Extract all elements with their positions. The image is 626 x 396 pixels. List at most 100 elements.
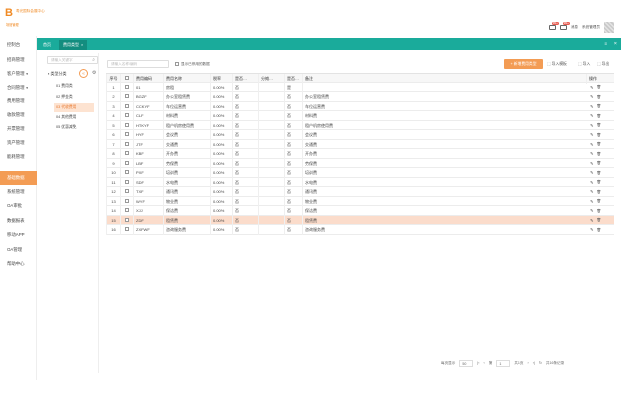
delete-icon[interactable]: 🗑 <box>597 228 602 232</box>
sidebar-item[interactable]: 帮助中心 <box>0 257 37 271</box>
export-button[interactable]: ⬚ 导出 <box>597 60 609 68</box>
delete-icon[interactable]: 🗑 <box>597 104 602 108</box>
checkbox-icon[interactable] <box>125 132 129 136</box>
mail-icon[interactable]: 99+ <box>548 21 559 30</box>
table-row[interactable]: 11 SDF 水电费 0.00% 否否水电费 ✎ 🗑 <box>106 177 614 187</box>
table-row[interactable]: 13 WYF 物业费 0.00% 否否物业费 ✎ 🗑 <box>106 196 614 206</box>
next-page-button[interactable]: › <box>528 361 529 365</box>
sidebar-item[interactable]: 费用管理 <box>0 94 37 108</box>
table-row[interactable]: 1 01 房租 0.00% 否 是 ✎ 🗑 <box>106 82 614 92</box>
sidebar-item[interactable]: 开票管理 <box>0 122 37 136</box>
sidebar-item[interactable]: 招商管理 <box>0 53 37 67</box>
table-row[interactable]: 14 XJJ 保洁费 0.00% 否否保洁费 ✎ 🗑 <box>106 206 614 216</box>
search-icon[interactable]: ⌕ <box>92 57 95 64</box>
tree-node[interactable]: 04 其他费用 <box>54 113 94 122</box>
checkbox-icon[interactable] <box>125 208 129 212</box>
checkbox-icon[interactable] <box>125 113 129 117</box>
checkbox-icon[interactable] <box>125 76 129 80</box>
close-all-icon[interactable]: × <box>614 40 617 48</box>
edit-icon[interactable]: ✎ <box>590 104 594 109</box>
include-disabled-checkbox[interactable]: 显示已停用的数据 <box>175 62 210 67</box>
sidebar-item[interactable]: 控制台 <box>0 38 37 52</box>
row-checkbox[interactable] <box>120 82 133 92</box>
row-checkbox[interactable] <box>120 168 133 178</box>
checkbox-icon[interactable] <box>125 170 129 174</box>
tree-node[interactable]: 05 优惠减免 <box>54 123 94 132</box>
checkbox-icon[interactable] <box>125 94 129 98</box>
tree-root[interactable]: ▪ 类型分类 <box>48 71 67 77</box>
checkbox-icon[interactable] <box>125 151 129 155</box>
sidebar-item[interactable]: 资产管理 <box>0 136 37 150</box>
edit-icon[interactable]: ✎ <box>590 199 594 204</box>
delete-icon[interactable]: 🗑 <box>597 85 602 89</box>
table-row[interactable]: 4 CLF 材料费 0.00% 否否材料费 ✎ 🗑 <box>106 111 614 121</box>
sidebar-item[interactable]: 系统管理 <box>0 185 37 199</box>
prev-page-button[interactable]: ‹ <box>484 361 485 365</box>
tab-home[interactable]: 首页 <box>39 40 55 50</box>
sidebar-item[interactable]: 数据报表 <box>0 214 37 228</box>
delete-icon[interactable]: 🗑 <box>597 190 602 194</box>
tree-node[interactable]: 02 押金类 <box>54 93 94 102</box>
sidebar-item[interactable]: OA审批 <box>0 199 37 213</box>
delete-icon[interactable]: 🗑 <box>597 180 602 184</box>
row-checkbox[interactable] <box>120 139 133 149</box>
table-row[interactable]: 6 HYF 会议费 0.00% 否否会议费 ✎ 🗑 <box>106 130 614 140</box>
table-row[interactable]: 9 LBF 劳保费 0.00% 否否劳保费 ✎ 🗑 <box>106 158 614 168</box>
edit-icon[interactable]: ✎ <box>590 170 594 175</box>
delete-icon[interactable]: 🗑 <box>597 95 602 99</box>
delete-icon[interactable]: 🗑 <box>597 114 602 118</box>
delete-icon[interactable]: 🗑 <box>597 152 602 156</box>
checkbox-icon[interactable] <box>125 217 129 222</box>
checkbox-icon[interactable] <box>125 198 129 203</box>
delete-icon[interactable]: 🗑 <box>597 133 602 137</box>
checkbox-icon[interactable] <box>125 84 129 89</box>
first-page-button[interactable]: |‹ <box>477 361 479 365</box>
table-row[interactable]: 16 ZXFWF 咨询服务费 0.00% 否否咨询服务费 ✎ 🗑 <box>106 225 614 235</box>
row-checkbox[interactable] <box>120 149 133 159</box>
collapse-icon[interactable]: « <box>79 69 88 78</box>
import-template-button[interactable]: ⬚ 导入模板 <box>547 60 567 68</box>
row-checkbox[interactable] <box>120 130 133 140</box>
checkbox-icon[interactable] <box>125 179 129 184</box>
row-checkbox[interactable] <box>120 158 133 168</box>
gear-icon[interactable]: ⚙ <box>92 70 96 76</box>
tab-fee-type[interactable]: 费用类型 × <box>59 40 88 50</box>
row-checkbox[interactable] <box>120 225 133 235</box>
tree-node[interactable]: 01 费用类 <box>54 82 94 91</box>
edit-icon[interactable]: ✎ <box>590 85 594 90</box>
sidebar-item[interactable]: 收款管理 <box>0 108 37 122</box>
edit-icon[interactable]: ✎ <box>590 227 594 232</box>
refresh-icon[interactable]: ↻ <box>539 361 542 365</box>
table-row[interactable]: 8 KBF 开办费 0.00% 否否开办费 ✎ 🗑 <box>106 149 614 159</box>
page-number-input[interactable]: 1 <box>496 359 511 367</box>
table-row[interactable]: 12 TXF 通讯费 0.00% 否否通讯费 ✎ 🗑 <box>106 187 614 197</box>
delete-icon[interactable]: 🗑 <box>597 218 602 222</box>
sidebar-item[interactable]: 基础数据 <box>0 171 37 185</box>
tab-menu-icon[interactable]: ≡ <box>604 40 607 48</box>
edit-icon[interactable]: ✎ <box>590 189 594 194</box>
sidebar-item[interactable]: 合同管理▼ <box>0 81 37 95</box>
avatar[interactable] <box>604 21 614 33</box>
edit-icon[interactable]: ✎ <box>590 132 594 137</box>
edit-icon[interactable]: ✎ <box>590 151 594 156</box>
sidebar-item[interactable]: 移动APP <box>0 228 37 242</box>
import-button[interactable]: ⬚ 导入 <box>578 60 590 68</box>
row-checkbox[interactable] <box>120 187 133 197</box>
table-row[interactable]: 2 BGZF 办公室租赁费 0.00% 否否办公室租赁费 ✎ 🗑 <box>106 92 614 102</box>
edit-icon[interactable]: ✎ <box>590 180 594 185</box>
table-row[interactable]: 5 HTKYF 租户机房使用费 0.00% 否否租户机房使用费 ✎ 🗑 <box>106 120 614 130</box>
sidebar-item[interactable]: OA管理 <box>0 243 37 257</box>
delete-icon[interactable]: 🗑 <box>597 199 602 203</box>
tree-search-input[interactable]: 请输入关键字 ⌕ <box>47 56 98 64</box>
checkbox-icon[interactable] <box>125 160 129 165</box>
checkbox-icon[interactable] <box>125 141 129 146</box>
delete-icon[interactable]: 🗑 <box>597 123 602 127</box>
sidebar-item[interactable]: 能耗管理 <box>0 150 37 164</box>
checkbox-icon[interactable] <box>125 103 129 108</box>
page-size-select[interactable]: 50 <box>459 359 474 367</box>
search-input[interactable]: 请输入名称/编码 <box>107 60 169 68</box>
edit-icon[interactable]: ✎ <box>590 218 594 223</box>
checkbox-icon[interactable] <box>175 62 179 66</box>
add-fee-type-button[interactable]: + 新增费用类型 <box>504 59 543 69</box>
row-checkbox[interactable] <box>120 111 133 121</box>
